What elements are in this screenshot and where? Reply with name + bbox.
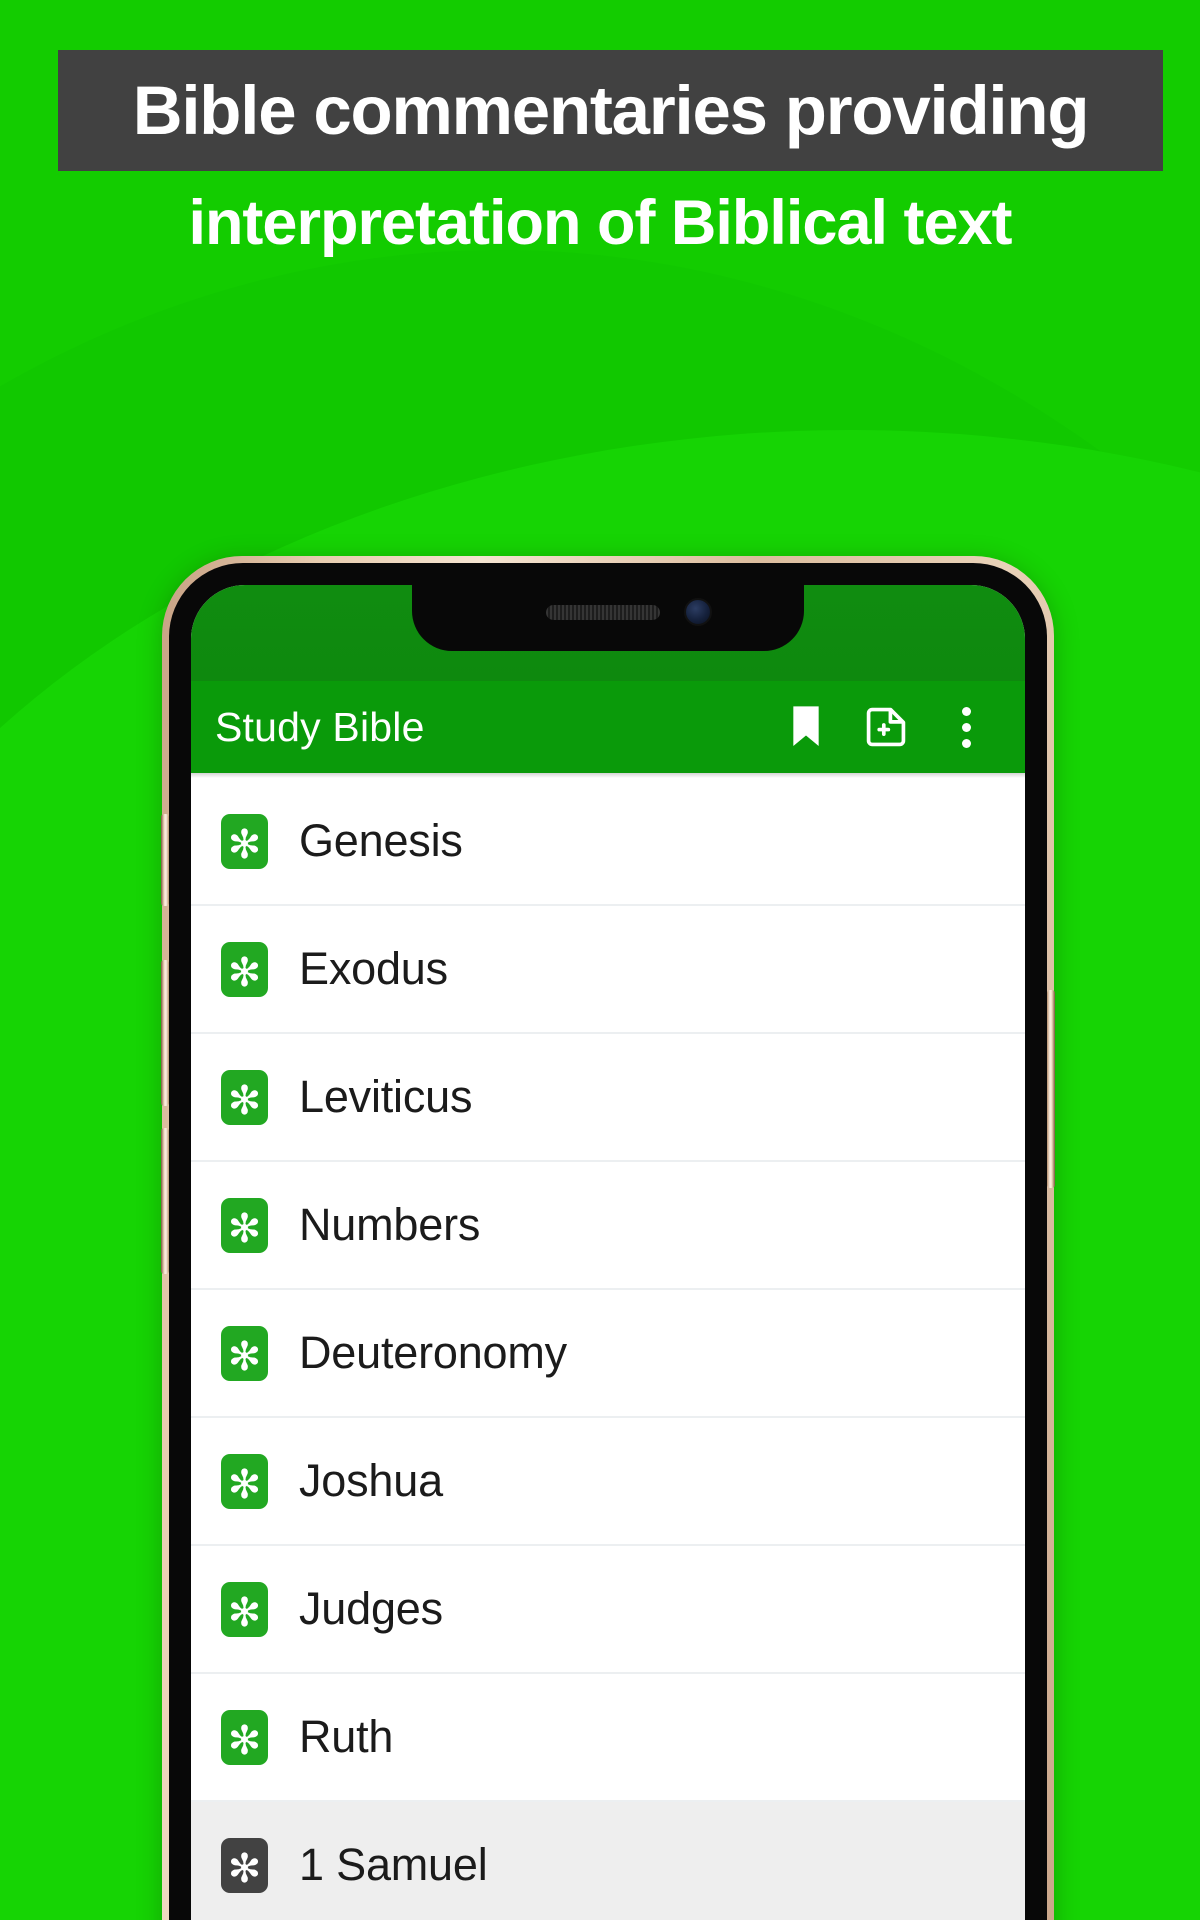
volume-down-button[interactable]	[161, 1128, 169, 1274]
book-asterisk-icon: ✻	[221, 1837, 268, 1893]
bookmark-button[interactable]	[769, 690, 843, 764]
power-button[interactable]	[1047, 990, 1055, 1188]
book-list-item[interactable]: ✻ Genesis	[191, 778, 1025, 906]
phone-bezel: Study Bible ✻ Genesis ✻ Exodus ✻ Levitic…	[169, 563, 1047, 1920]
book-asterisk-icon: ✻	[221, 813, 268, 869]
book-list-item-label: Numbers	[299, 1199, 481, 1250]
book-list-item[interactable]: ✻ Leviticus	[191, 1034, 1025, 1162]
book-asterisk-icon: ✻	[221, 1453, 268, 1509]
overflow-menu-icon	[961, 706, 971, 748]
book-list-item[interactable]: ✻ Exodus	[191, 906, 1025, 1034]
overflow-menu-button[interactable]	[929, 690, 1003, 764]
book-asterisk-icon: ✻	[221, 1581, 268, 1637]
book-list-item[interactable]: ✻ 1 Samuel	[191, 1802, 1025, 1920]
headline-line-1: Bible commentaries providing	[132, 72, 1090, 149]
book-asterisk-icon: ✻	[221, 941, 268, 997]
book-list-item[interactable]: ✻ Numbers	[191, 1162, 1025, 1290]
book-list-item-label: Exodus	[299, 943, 448, 994]
app-bar: Study Bible	[191, 681, 1025, 773]
book-list-item-label: Judges	[299, 1583, 443, 1634]
status-bar	[191, 585, 1025, 681]
note-add-icon	[864, 705, 908, 749]
book-asterisk-icon: ✻	[221, 1197, 268, 1253]
volume-up-button[interactable]	[161, 960, 169, 1106]
book-list-item-label: Genesis	[299, 815, 463, 866]
display-notch	[412, 585, 804, 651]
book-list-item-label: Leviticus	[299, 1071, 473, 1122]
book-list-item[interactable]: ✻ Judges	[191, 1546, 1025, 1674]
book-list-item-label: Deuteronomy	[299, 1327, 567, 1378]
book-list-item-label: 1 Samuel	[299, 1839, 488, 1890]
promo-screenshot: Bible commentaries providing interpretat…	[0, 0, 1200, 1920]
book-list-item-label: Joshua	[299, 1455, 443, 1506]
headline-band: Bible commentaries providing	[58, 50, 1163, 171]
book-list-item-label: Ruth	[299, 1711, 394, 1762]
app-title: Study Bible	[215, 703, 425, 750]
book-list-item[interactable]: ✻ Joshua	[191, 1418, 1025, 1546]
phone-mockup: Study Bible ✻ Genesis ✻ Exodus ✻ Levitic…	[161, 556, 1055, 1920]
book-asterisk-icon: ✻	[221, 1069, 268, 1125]
headline-line-2: interpretation of Biblical text	[188, 188, 1012, 258]
bookmark-icon	[787, 704, 825, 750]
front-camera-icon	[684, 598, 712, 626]
phone-screen: Study Bible ✻ Genesis ✻ Exodus ✻ Levitic…	[191, 585, 1025, 1920]
mute-switch[interactable]	[161, 814, 169, 906]
book-asterisk-icon: ✻	[221, 1325, 268, 1381]
book-list-item[interactable]: ✻ Deuteronomy	[191, 1290, 1025, 1418]
app-bar-actions	[769, 690, 1003, 764]
book-list[interactable]: ✻ Genesis ✻ Exodus ✻ Leviticus ✻ Numbers ✻ Deuter…	[191, 778, 1025, 1920]
book-list-item[interactable]: ✻ Ruth	[191, 1674, 1025, 1802]
earpiece-speaker-icon	[546, 605, 660, 620]
book-asterisk-icon: ✻	[221, 1709, 268, 1765]
note-add-button[interactable]	[849, 690, 923, 764]
